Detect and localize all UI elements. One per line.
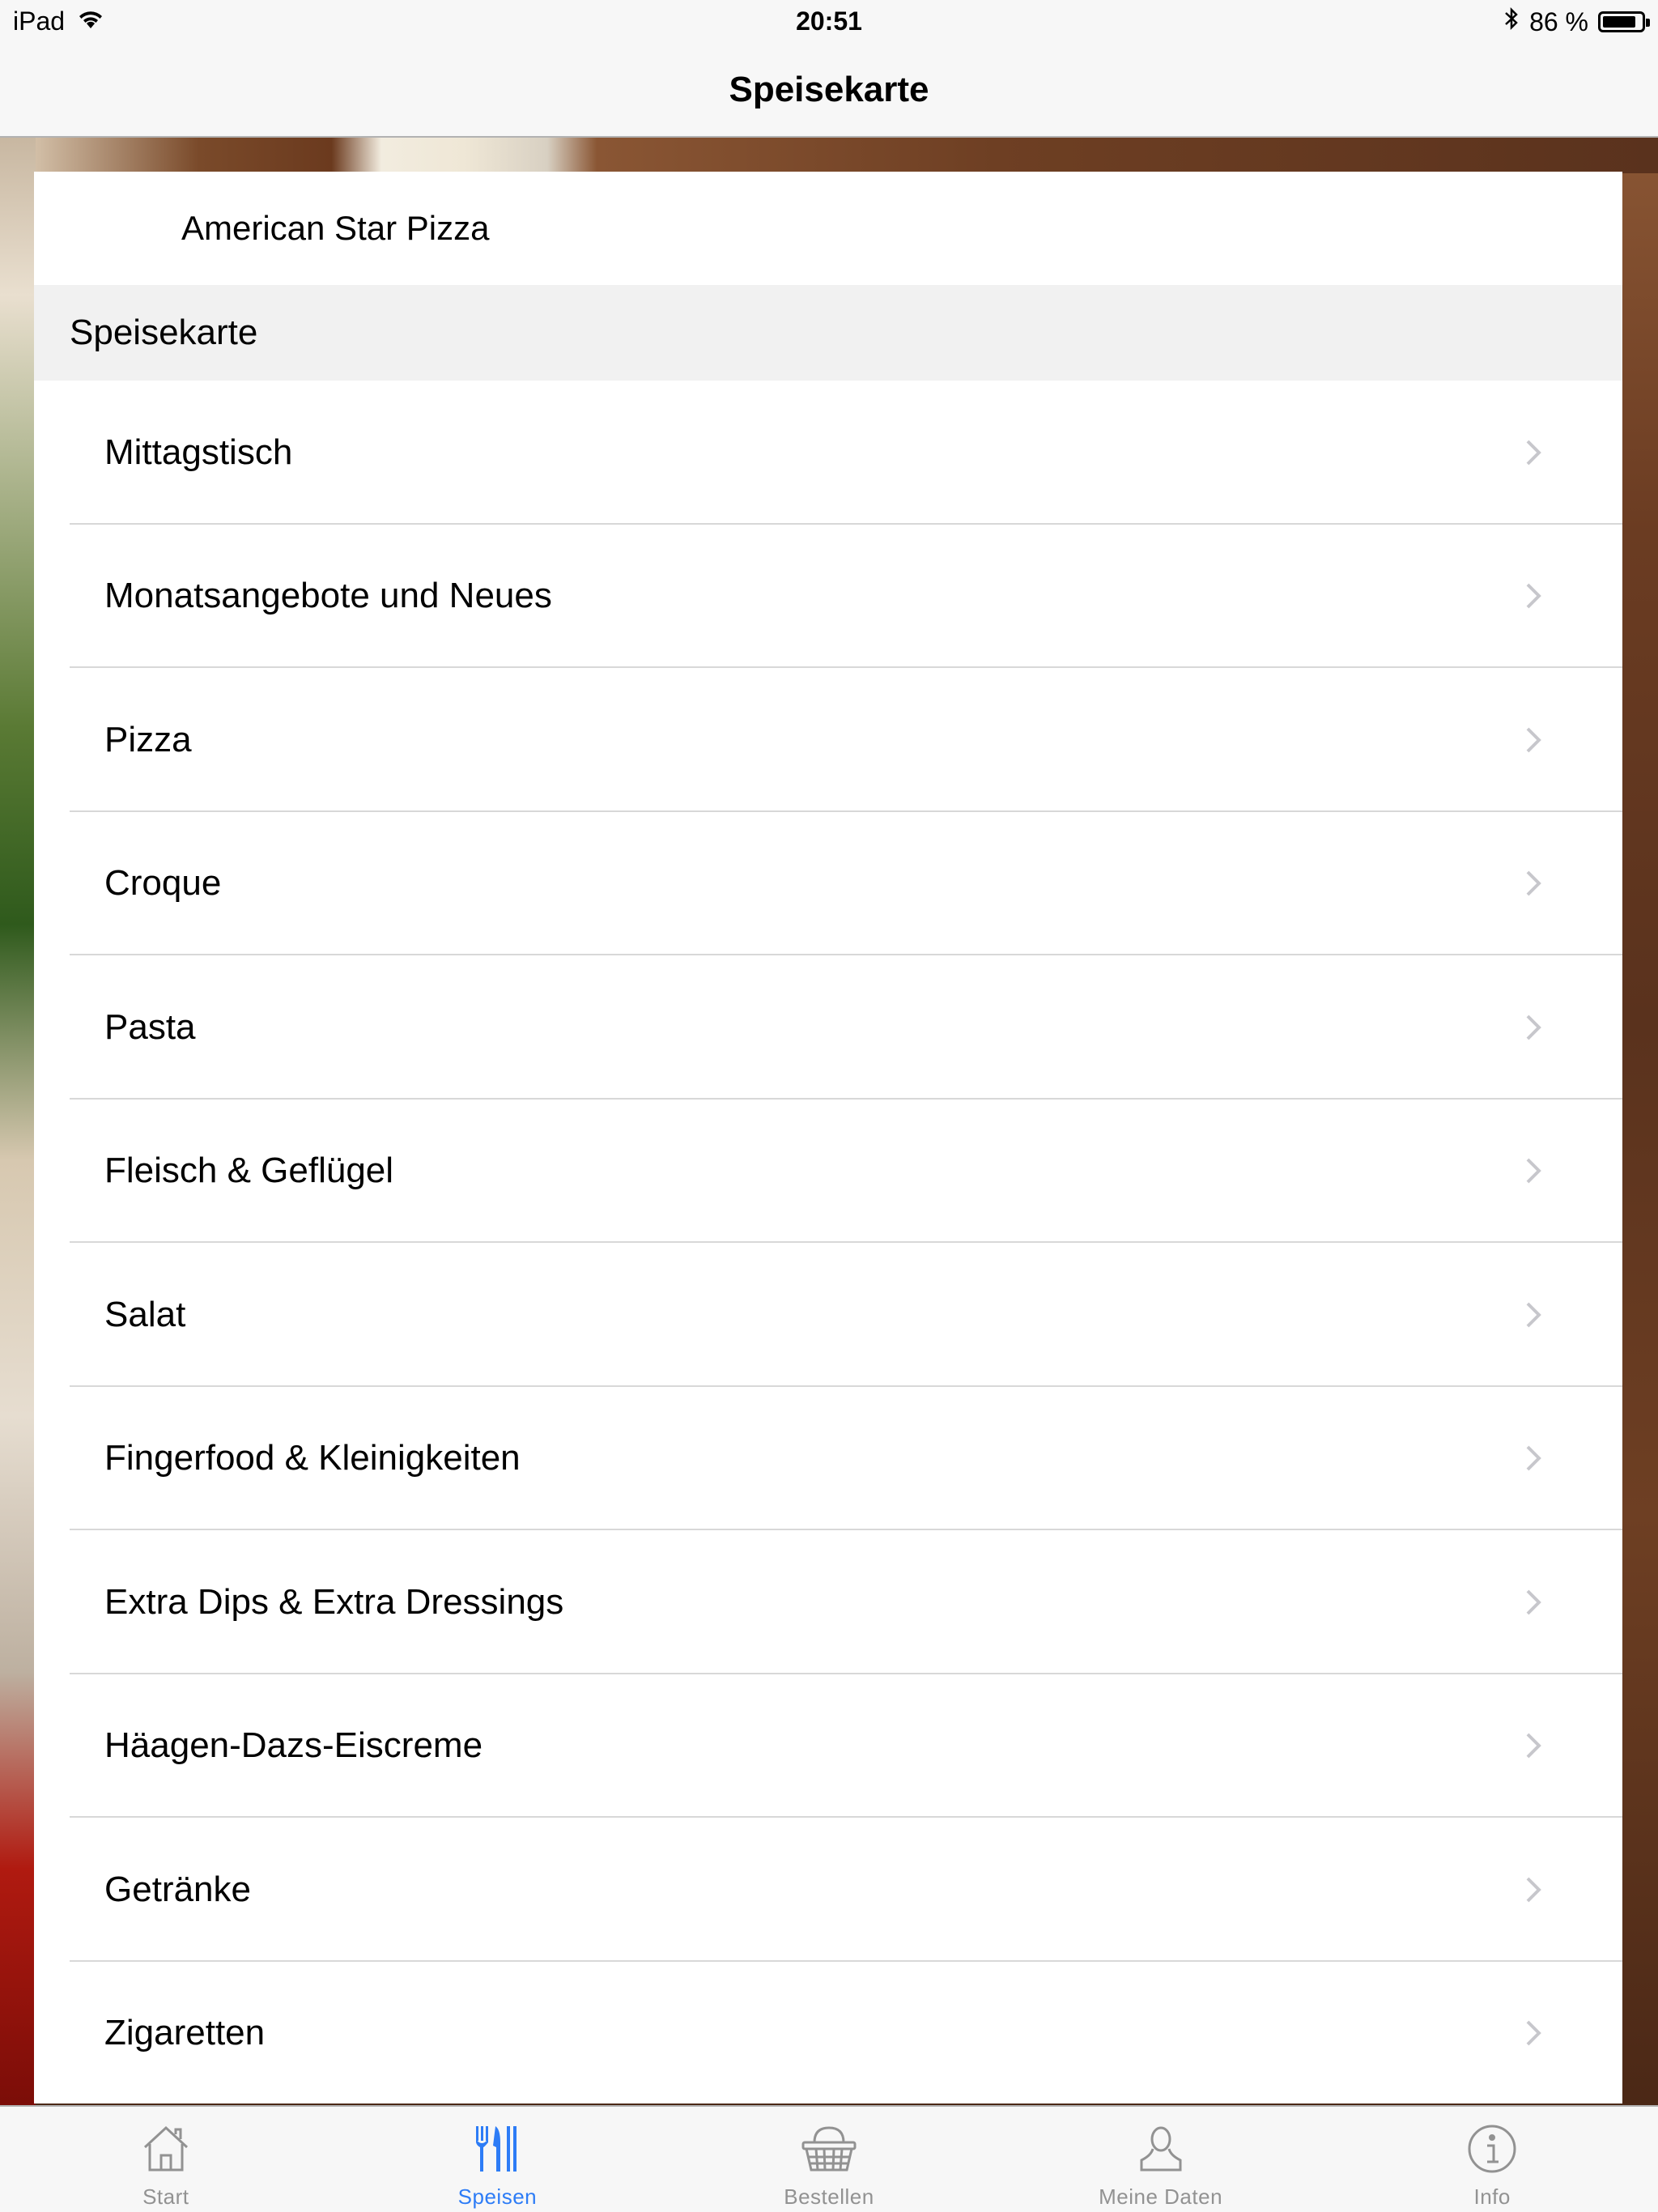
home-icon (137, 2120, 195, 2178)
list-item-label: Getränke (104, 1869, 251, 1909)
menu-item-getraenke[interactable]: Getränke (34, 1818, 1622, 1962)
tab-meine-daten[interactable]: Meine Daten (995, 2107, 1327, 2212)
section-header: Speisekarte (34, 285, 1622, 381)
menu-item-monatsangebote[interactable]: Monatsangebote und Neues (34, 525, 1622, 669)
menu-item-fleisch-gefluegel[interactable]: Fleisch & Geflügel (34, 1100, 1622, 1244)
tab-label: Start (142, 2184, 189, 2209)
list-item-label: Fingerfood & Kleinigkeiten (104, 1438, 521, 1478)
chevron-right-icon (1516, 866, 1551, 901)
chevron-right-icon (1516, 1297, 1551, 1333)
menu-item-pasta[interactable]: Pasta (34, 955, 1622, 1100)
background-top-strip (0, 138, 1658, 173)
status-time: 20:51 (796, 6, 862, 36)
list-item-label: Extra Dips & Extra Dressings (104, 1581, 564, 1622)
chevron-right-icon (1516, 2015, 1551, 2051)
chevron-right-icon (1516, 1010, 1551, 1045)
navigation-bar: Speisekarte (0, 44, 1658, 138)
tab-label: Bestellen (784, 2184, 874, 2209)
list-item-label: Mittagstisch (104, 432, 293, 472)
chevron-right-icon (1516, 1728, 1551, 1763)
list-item-label: Croque (104, 863, 222, 904)
menu-item-extra-dips[interactable]: Extra Dips & Extra Dressings (34, 1530, 1622, 1674)
menu-item-fingerfood[interactable]: Fingerfood & Kleinigkeiten (34, 1387, 1622, 1531)
tab-label: Meine Daten (1099, 2184, 1223, 2209)
tab-bar: Start Speisen Bestellen Meine Daten Info (0, 2105, 1658, 2212)
menu-category-list: Mittagstisch Monatsangebote und Neues Pi… (34, 381, 1622, 2105)
list-item-label: Pasta (104, 1006, 196, 1047)
bluetooth-icon (1503, 6, 1520, 37)
list-item-label: Zigaretten (104, 2013, 266, 2053)
tab-start[interactable]: Start (0, 2107, 332, 2212)
restaurant-name: American Star Pizza (34, 172, 1622, 285)
info-icon (1463, 2120, 1521, 2178)
chevron-right-icon (1516, 1585, 1551, 1620)
list-item-label: Fleisch & Geflügel (104, 1151, 394, 1191)
basket-icon (800, 2120, 858, 2178)
tab-label: Info (1473, 2184, 1511, 2209)
user-icon (1132, 2120, 1190, 2178)
tab-bestellen[interactable]: Bestellen (663, 2107, 995, 2212)
chevron-right-icon (1516, 1872, 1551, 1908)
list-item-label: Pizza (104, 719, 192, 759)
tab-info[interactable]: Info (1326, 2107, 1658, 2212)
chevron-right-icon (1516, 722, 1551, 758)
battery-icon (1598, 11, 1650, 32)
status-bar: iPad 20:51 86 % (0, 0, 1658, 44)
menu-item-pizza[interactable]: Pizza (34, 668, 1622, 812)
menu-item-croque[interactable]: Croque (34, 812, 1622, 956)
list-item-label: Monatsangebote und Neues (104, 576, 552, 616)
chevron-right-icon (1516, 578, 1551, 614)
background-left-strip (0, 138, 36, 2105)
list-item-label: Häagen-Dazs-Eiscreme (104, 1725, 483, 1766)
status-right: 86 % (1503, 6, 1650, 37)
battery-percent: 86 % (1529, 6, 1588, 36)
tab-label: Speisen (457, 2184, 538, 2209)
fork-knife-icon (468, 2120, 526, 2178)
chevron-right-icon (1516, 435, 1551, 470)
chevron-right-icon (1516, 1153, 1551, 1189)
menu-card: American Star Pizza Speisekarte Mittagst… (34, 172, 1622, 2104)
chevron-right-icon (1516, 1440, 1551, 1476)
menu-item-salat[interactable]: Salat (34, 1243, 1622, 1387)
menu-item-zigaretten[interactable]: Zigaretten (34, 1962, 1622, 2106)
menu-item-mittagstisch[interactable]: Mittagstisch (34, 381, 1622, 525)
list-item-label: Salat (104, 1294, 186, 1334)
menu-item-haagen-dazs[interactable]: Häagen-Dazs-Eiscreme (34, 1674, 1622, 1819)
tab-speisen[interactable]: Speisen (332, 2107, 664, 2212)
page-title: Speisekarte (729, 70, 929, 109)
